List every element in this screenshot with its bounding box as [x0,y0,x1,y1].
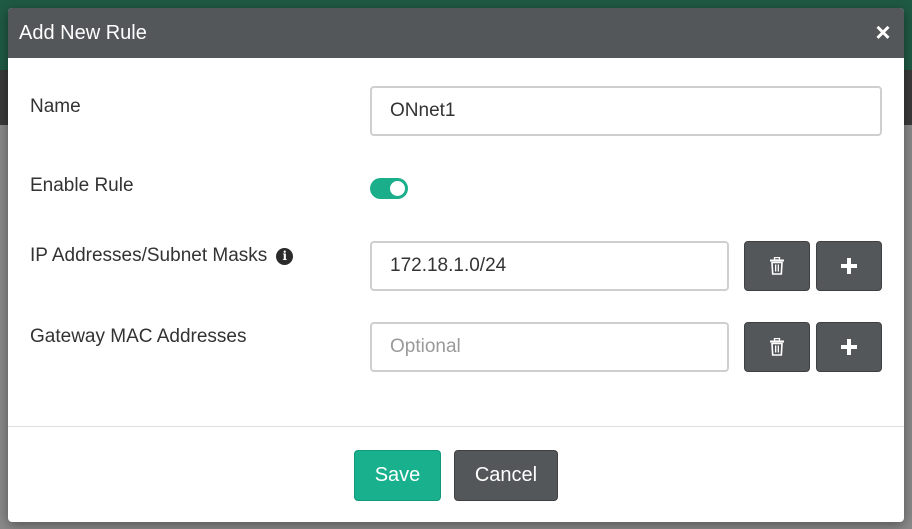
gateway-mac-label: Gateway MAC Addresses [30,326,247,347]
ip-addresses-label: IP Addresses/Subnet Masks i [30,245,294,267]
close-icon[interactable]: × [872,19,894,45]
enable-rule-label: Enable Rule [30,175,134,196]
dialog-header: Add New Rule × [8,8,904,58]
gateway-mac-input[interactable] [370,322,729,372]
trash-icon [770,338,784,356]
info-circle-icon[interactable]: i [276,248,294,265]
footer-divider [8,426,904,427]
toggle-knob [390,181,405,196]
plus-icon [841,339,857,355]
trash-icon [770,257,784,275]
cancel-button[interactable]: Cancel [454,450,558,501]
add-mac-button[interactable] [816,322,882,372]
add-rule-dialog: Add New Rule × Name Enable Rule IP Addre… [8,8,904,522]
delete-mac-button[interactable] [744,322,810,372]
delete-ip-button[interactable] [744,241,810,291]
add-ip-button[interactable] [816,241,882,291]
enable-rule-toggle[interactable] [370,178,408,199]
save-button[interactable]: Save [354,450,441,501]
plus-icon [841,258,857,274]
name-label: Name [30,96,81,117]
ip-address-input[interactable] [370,241,729,291]
name-input[interactable] [370,86,882,136]
dialog-title: Add New Rule [19,22,147,44]
ip-addresses-label-text: IP Addresses/Subnet Masks [30,245,268,266]
